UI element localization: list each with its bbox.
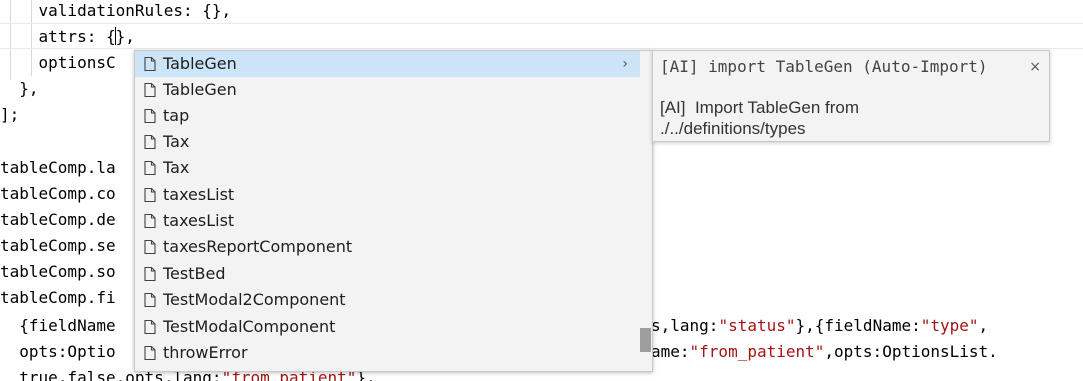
string-literal: "type" xyxy=(920,316,979,335)
code-text: opts:Optio xyxy=(0,342,116,361)
code-line[interactable]: tableComp.la xyxy=(0,155,116,181)
code-line[interactable]: tableComp.de xyxy=(0,207,116,233)
suggestion-label: TableGen xyxy=(163,54,237,73)
details-title: [AI] import TableGen (Auto-Import) xyxy=(660,57,988,76)
current-line-highlight xyxy=(0,23,1083,49)
document-icon xyxy=(144,213,156,229)
details-documentation: [AI] Import TableGen from ./../definitio… xyxy=(660,97,1040,139)
suggestion-item[interactable]: taxesList xyxy=(135,182,640,208)
suggestion-item[interactable]: TableGen › xyxy=(135,51,640,77)
suggestion-label: TestModalComponent xyxy=(163,317,336,336)
document-icon xyxy=(144,292,156,308)
document-icon xyxy=(144,345,156,361)
close-icon[interactable]: × xyxy=(1029,55,1041,79)
code-text: , xyxy=(978,316,989,335)
suggestion-label: throwError xyxy=(163,343,248,362)
suggestion-label: TestBed xyxy=(163,264,226,283)
document-icon xyxy=(144,108,156,124)
document-icon xyxy=(144,319,156,335)
code-line-current[interactable]: attrs: {}, xyxy=(0,24,135,50)
suggestion-item[interactable]: Tax xyxy=(135,129,640,155)
suggestion-label: TestModal2Component xyxy=(163,290,346,309)
code-text: validationRules: {}, xyxy=(0,1,232,20)
code-line[interactable]: ]; xyxy=(0,102,19,128)
read-more-icon[interactable]: › xyxy=(622,51,628,77)
code-line[interactable]: tableComp.co xyxy=(0,181,116,207)
code-text: tableComp.de xyxy=(0,210,116,229)
code-text: tableComp.se xyxy=(0,236,116,255)
suggestion-item[interactable]: taxesReportComponent xyxy=(135,234,640,260)
code-line[interactable]: optionsC xyxy=(0,50,116,76)
code-text: optionsC xyxy=(0,53,116,72)
document-icon xyxy=(144,82,156,98)
suggestion-label: taxesReportComponent xyxy=(163,237,353,256)
code-text: attrs: { xyxy=(0,27,116,46)
document-icon xyxy=(144,266,156,282)
details-doc-line: [AI] Import TableGen from xyxy=(660,98,860,117)
document-icon xyxy=(144,134,156,150)
code-line[interactable]: tableComp.so xyxy=(0,259,116,285)
code-text: }, xyxy=(115,27,135,46)
document-icon xyxy=(144,187,156,203)
code-text: tableComp.so xyxy=(0,262,116,281)
suggestion-item[interactable]: throwError xyxy=(135,340,640,366)
suggestion-label: tap xyxy=(163,106,190,125)
suggestion-label: Tax xyxy=(163,158,190,177)
suggestion-list[interactable]: TableGen › TableGen tap Tax Tax taxesLis… xyxy=(134,50,653,372)
document-icon xyxy=(144,160,156,176)
suggestion-label: TableGen xyxy=(163,80,237,99)
details-doc-line: ./../definitions/types xyxy=(660,119,806,138)
code-line[interactable]: }, xyxy=(0,76,39,102)
code-line[interactable]: validationRules: {}, xyxy=(0,0,232,24)
code-text: tableComp.la xyxy=(0,158,116,177)
suggestion-details-panel: [AI] import TableGen (Auto-Import) × [AI… xyxy=(652,50,1050,142)
code-text: }, xyxy=(0,79,39,98)
code-text: ]; xyxy=(0,105,20,124)
suggestion-item[interactable]: Tax xyxy=(135,155,640,181)
code-line[interactable]: opts:Optio xyxy=(0,339,116,365)
code-text: s,lang: xyxy=(651,316,719,335)
suggestion-item[interactable]: TestModal2Component xyxy=(135,287,640,313)
code-line[interactable]: tableComp.fi xyxy=(0,285,116,311)
code-text: {fieldName xyxy=(0,316,116,335)
string-literal: "status" xyxy=(718,316,796,335)
suggestion-label: taxesList xyxy=(163,211,235,230)
document-icon xyxy=(144,239,156,255)
code-line[interactable]: tableComp.se xyxy=(0,233,116,259)
suggestion-item[interactable]: TestBed xyxy=(135,261,640,287)
string-literal: "from_patient" xyxy=(689,342,825,361)
code-text: tableComp.co xyxy=(0,184,116,203)
code-text: tableComp.fi xyxy=(0,288,116,307)
suggestion-label: Tax xyxy=(163,132,190,151)
code-text: ame: xyxy=(651,342,690,361)
suggestion-item[interactable]: tap xyxy=(135,103,640,129)
code-line-right[interactable]: s,lang:"status"},{fieldName:"type", xyxy=(651,313,988,339)
suggestion-item[interactable]: taxesList xyxy=(135,208,640,234)
suggestion-item[interactable]: TestModalComponent xyxy=(135,314,640,340)
document-icon xyxy=(144,56,156,72)
suggestion-label: taxesList xyxy=(163,185,235,204)
code-text: ,opts:OptionsList. xyxy=(824,342,998,361)
code-line-right[interactable]: ame:"from_patient",opts:OptionsList. xyxy=(651,339,998,365)
scrollbar-thumb[interactable] xyxy=(640,328,651,352)
code-line[interactable]: {fieldName xyxy=(0,313,116,339)
code-text: },{fieldName: xyxy=(795,316,921,335)
suggestion-item[interactable]: TableGen xyxy=(135,77,640,103)
